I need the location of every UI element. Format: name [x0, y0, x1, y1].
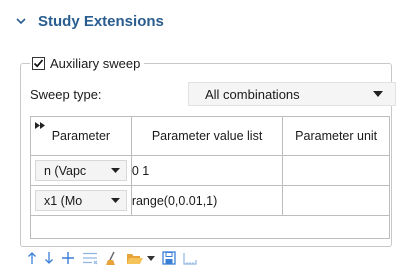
column-header-label: Parameter	[51, 129, 111, 143]
sweep-type-value: All combinations	[205, 86, 300, 102]
column-header-parameter[interactable]: Parameter	[30, 116, 132, 156]
unit-cell[interactable]	[282, 155, 390, 186]
section-header-study-extensions[interactable]: Study Extensions	[14, 10, 164, 32]
section-title: Study Extensions	[38, 12, 164, 30]
unit-cell[interactable]	[282, 185, 390, 216]
chevron-down-icon	[110, 168, 120, 173]
open-folder-icon	[127, 254, 143, 264]
add-icon	[62, 252, 74, 264]
table-toolbar	[27, 248, 204, 268]
table-row[interactable]: x1 (Mo range(0,0.01,1)	[30, 185, 390, 216]
table-row[interactable]: n (Vapc 0 1	[30, 155, 390, 186]
column-header-value-list[interactable]: Parameter value list	[130, 116, 284, 156]
move-down-button[interactable]	[44, 248, 54, 268]
fast-forward-icon	[35, 122, 45, 129]
add-button[interactable]	[61, 248, 75, 268]
clear-button[interactable]	[105, 248, 119, 268]
sweep-type-select[interactable]: All combinations	[188, 82, 396, 106]
parameter-select[interactable]: x1 (Mo	[35, 190, 127, 211]
chevron-down-icon	[110, 198, 120, 203]
column-header-label: Parameter value list	[151, 129, 263, 143]
auxiliary-sweep-checkbox[interactable]	[32, 56, 45, 70]
value-list-cell[interactable]: range(0,0.01,1)	[130, 185, 284, 216]
save-button[interactable]	[162, 248, 176, 268]
list-icon	[83, 252, 98, 265]
parameter-select-value: x1 (Mo	[44, 193, 83, 208]
dropdown-icon	[147, 255, 155, 261]
value-list-cell[interactable]: 0 1	[130, 155, 284, 186]
move-up-button[interactable]	[27, 248, 37, 268]
move-down-icon	[45, 252, 53, 264]
table-empty-row	[30, 215, 390, 239]
parameter-select[interactable]: n (Vapc	[35, 160, 127, 181]
measure-icon	[183, 253, 197, 265]
checkmark-icon	[33, 58, 44, 67]
open-file-button[interactable]	[126, 248, 144, 268]
measure-button[interactable]	[183, 248, 197, 268]
parameter-cell[interactable]: n (Vapc	[30, 155, 132, 186]
sweep-type-label: Sweep type:	[30, 87, 102, 102]
chevron-down-icon	[16, 18, 26, 25]
parameter-table: Parameter Parameter value list Parameter…	[30, 116, 390, 239]
column-header-unit[interactable]: Parameter unit	[282, 116, 390, 156]
auxiliary-sweep-label: Auxiliary sweep	[50, 55, 141, 71]
parameter-select-value: n (Vapc	[44, 163, 87, 178]
chevron-down-icon	[373, 91, 383, 97]
move-up-icon	[28, 252, 36, 264]
table-header-row: Parameter Parameter value list Parameter…	[30, 116, 390, 156]
list-button[interactable]	[82, 248, 98, 268]
auxiliary-sweep-toggle[interactable]: Auxiliary sweep	[30, 55, 145, 71]
save-icon	[162, 251, 176, 265]
open-file-dropdown[interactable]	[147, 248, 155, 268]
empty-cell	[30, 215, 390, 239]
clear-icon	[106, 251, 115, 265]
parameter-cell[interactable]: x1 (Mo	[30, 185, 132, 216]
column-header-label: Parameter unit	[295, 129, 378, 143]
